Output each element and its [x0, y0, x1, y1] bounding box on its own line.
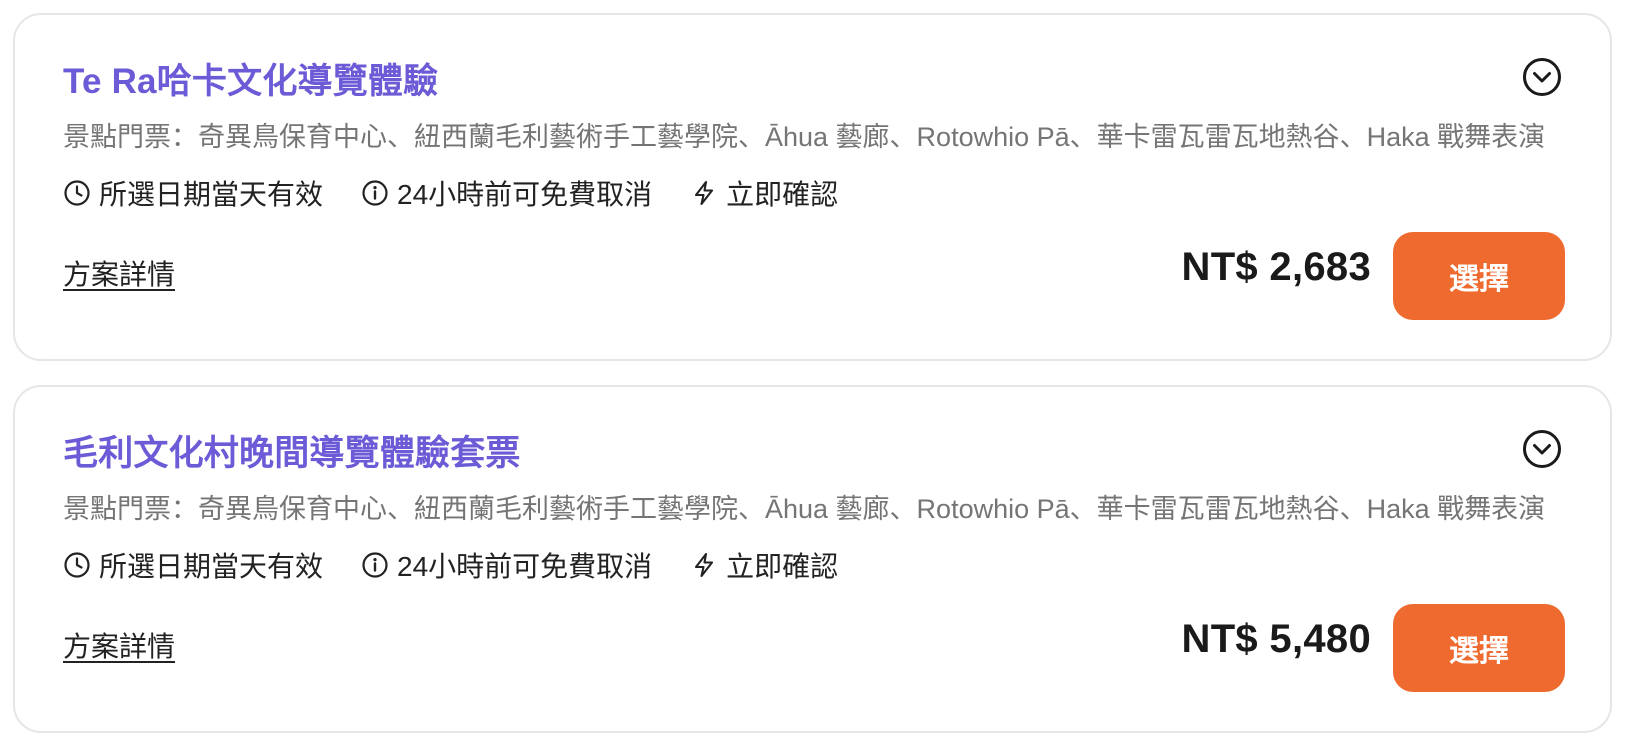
feature-cancellation: 24小時前可免費取消: [361, 545, 652, 585]
feature-validity: 所選日期當天有效: [63, 173, 323, 213]
package-details-link[interactable]: 方案詳情: [63, 253, 175, 293]
feature-confirmation: 立即確認: [690, 173, 838, 213]
info-icon: [361, 179, 389, 207]
package-title[interactable]: Te Ra哈卡文化導覽體驗: [63, 53, 438, 104]
chevron-down-circle-icon[interactable]: [1522, 429, 1562, 469]
chevron-down-circle-icon[interactable]: [1522, 57, 1562, 97]
feature-label: 立即確認: [726, 551, 839, 582]
feature-list: 所選日期當天有效 24小時前可免費取消 立即確認: [63, 175, 876, 211]
feature-list: 所選日期當天有效 24小時前可免費取消 立即確認: [63, 547, 876, 583]
package-card: 毛利文化村晚間導覽體驗套票 景點門票：奇異鳥保育中心、紐西蘭毛利藝術手工藝學院、…: [13, 385, 1612, 733]
package-price: NT$ 2,683: [1181, 245, 1371, 289]
package-details-link[interactable]: 方案詳情: [63, 625, 175, 665]
info-icon: [361, 551, 389, 579]
feature-label: 所選日期當天有效: [99, 551, 324, 582]
feature-cancellation: 24小時前可免費取消: [361, 173, 652, 213]
package-list: Te Ra哈卡文化導覽體驗 景點門票：奇異鳥保育中心、紐西蘭毛利藝術手工藝學院、…: [0, 0, 1626, 746]
clock-icon: [63, 179, 91, 207]
feature-validity: 所選日期當天有效: [63, 545, 323, 585]
feature-label: 所選日期當天有效: [99, 179, 324, 210]
select-button[interactable]: 選擇: [1393, 604, 1565, 692]
feature-label: 24小時前可免費取消: [397, 551, 653, 582]
package-description: 景點門票：奇異鳥保育中心、紐西蘭毛利藝術手工藝學院、Āhua 藝廊、Rotowh…: [63, 494, 1546, 524]
feature-confirmation: 立即確認: [690, 545, 838, 585]
lightning-icon: [690, 179, 718, 207]
package-title[interactable]: 毛利文化村晚間導覽體驗套票: [63, 425, 521, 476]
feature-label: 立即確認: [726, 179, 839, 210]
lightning-icon: [690, 551, 718, 579]
select-button[interactable]: 選擇: [1393, 232, 1565, 320]
clock-icon: [63, 551, 91, 579]
package-card: Te Ra哈卡文化導覽體驗 景點門票：奇異鳥保育中心、紐西蘭毛利藝術手工藝學院、…: [13, 13, 1612, 361]
feature-label: 24小時前可免費取消: [397, 179, 653, 210]
package-price: NT$ 5,480: [1181, 617, 1371, 661]
package-description: 景點門票：奇異鳥保育中心、紐西蘭毛利藝術手工藝學院、Āhua 藝廊、Rotowh…: [63, 122, 1546, 152]
